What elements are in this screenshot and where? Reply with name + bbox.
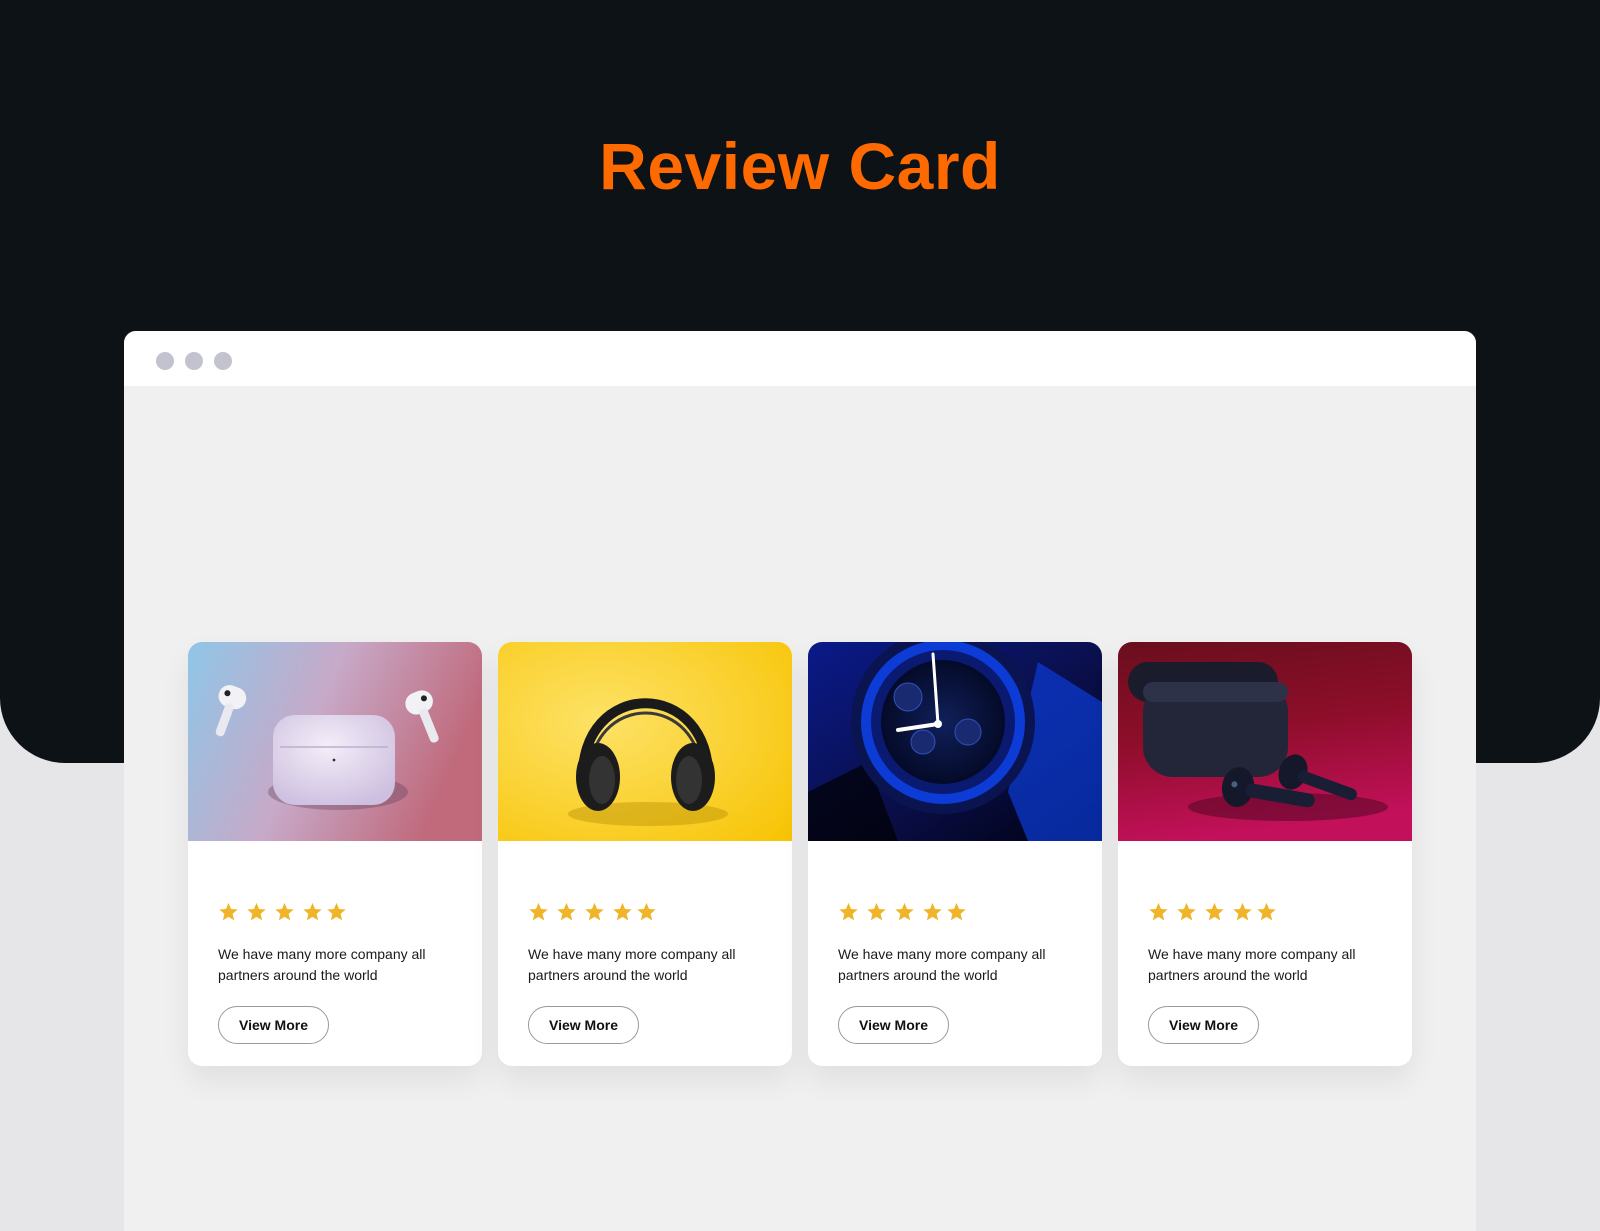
star-rating: [838, 901, 974, 927]
star-icon: [1205, 902, 1224, 921]
star-icon: [923, 902, 942, 921]
review-text: We have many more company all partners a…: [218, 946, 426, 983]
page-title: Review Card: [599, 129, 1001, 203]
smartwatch-image: [808, 642, 1102, 841]
star-icon: [839, 902, 858, 921]
star-icon: [613, 902, 632, 921]
window-dot-icon[interactable]: [185, 352, 203, 370]
browser-title-bar: [124, 331, 1476, 386]
star-icon: [1233, 902, 1252, 921]
review-card: We have many more company all partners a…: [188, 642, 482, 1066]
star-icon: [557, 902, 576, 921]
review-card: We have many more company all partners a…: [808, 642, 1102, 1066]
star-rating: [218, 901, 354, 927]
window-dot-icon[interactable]: [156, 352, 174, 370]
star-icon: [1257, 902, 1276, 921]
review-text: We have many more company all partners a…: [528, 946, 736, 983]
star-icon: [947, 902, 966, 921]
star-icon: [895, 902, 914, 921]
review-card: We have many more company all partners a…: [1118, 642, 1412, 1066]
star-icon: [219, 902, 238, 921]
star-icon: [275, 902, 294, 921]
review-text: We have many more company all partners a…: [1148, 946, 1356, 983]
view-more-button[interactable]: View More: [218, 1006, 329, 1044]
star-rating: [528, 901, 664, 927]
window-dot-icon: [214, 352, 232, 370]
star-icon: [1149, 902, 1168, 921]
review-card: We have many more company all partners a…: [498, 642, 792, 1066]
headphones-image: [498, 642, 792, 841]
airpods-pro-image: [188, 642, 482, 841]
wireless-earbuds-image: [1118, 642, 1412, 841]
view-more-button[interactable]: View More: [838, 1006, 949, 1044]
star-rating: [1148, 901, 1284, 927]
view-more-button[interactable]: View More: [1148, 1006, 1259, 1044]
star-icon: [327, 902, 346, 921]
star-icon: [529, 902, 548, 921]
review-text: We have many more company all partners a…: [838, 946, 1046, 983]
view-more-button[interactable]: View More: [528, 1006, 639, 1044]
browser-window: We have many more company all partners a…: [124, 331, 1476, 1231]
star-icon: [247, 902, 266, 921]
star-icon: [1177, 902, 1196, 921]
star-icon: [637, 902, 656, 921]
star-icon: [867, 902, 886, 921]
star-icon: [303, 902, 322, 921]
star-icon: [585, 902, 604, 921]
